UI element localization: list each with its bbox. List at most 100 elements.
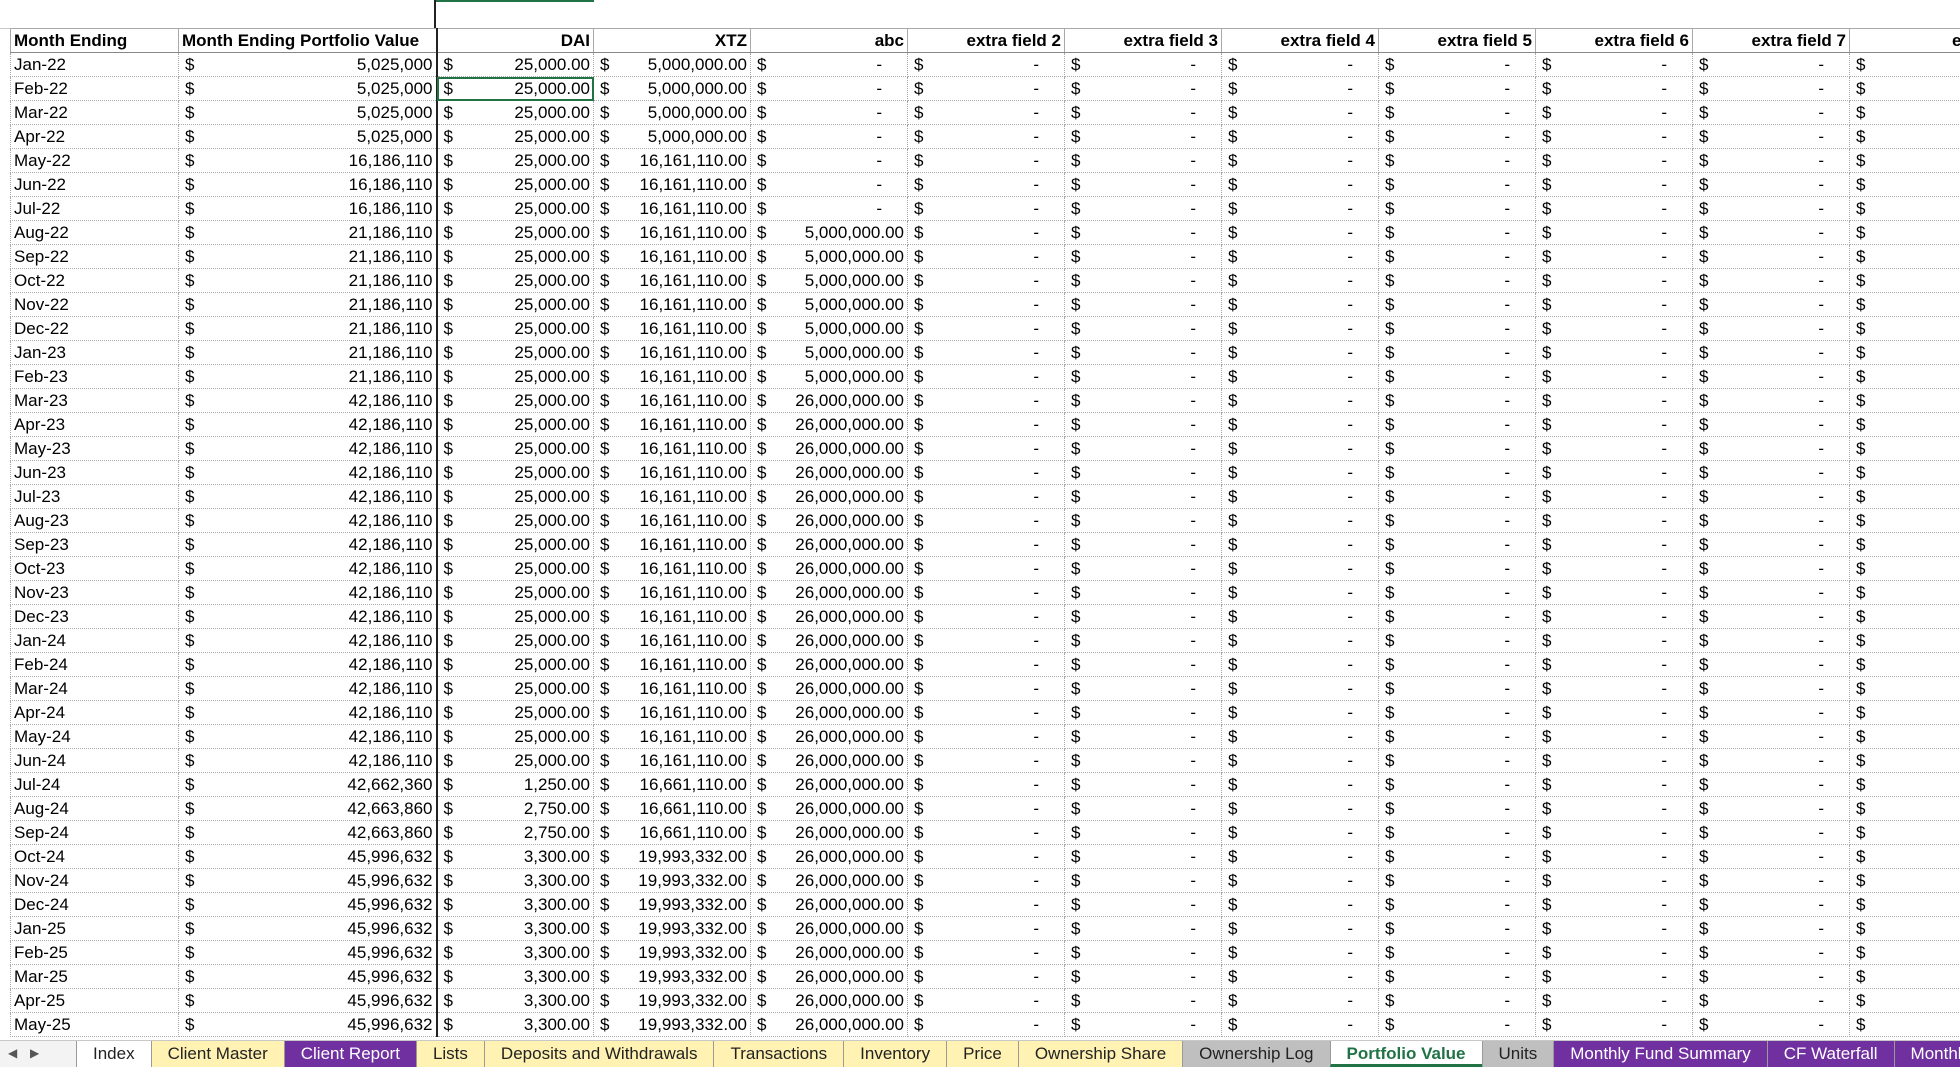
value-cell[interactable]: $- — [908, 509, 1065, 533]
month-cell[interactable]: Mar-24 — [11, 677, 179, 701]
value-cell[interactable]: $- — [1693, 845, 1850, 869]
value-cell[interactable]: $- — [1222, 701, 1379, 725]
value-cell[interactable]: $- — [1065, 893, 1222, 917]
value-cell[interactable]: $ — [1850, 869, 1960, 893]
value-cell[interactable]: $- — [1693, 389, 1850, 413]
value-cell[interactable]: $16,161,110.00 — [594, 749, 751, 773]
value-cell[interactable]: $21,186,110 — [179, 341, 437, 365]
value-cell[interactable]: $- — [1379, 77, 1536, 101]
value-cell[interactable]: $- — [1536, 605, 1693, 629]
value-cell[interactable]: $19,993,332.00 — [594, 989, 751, 1013]
value-cell[interactable]: $26,000,000.00 — [751, 893, 908, 917]
value-cell[interactable]: $- — [1065, 101, 1222, 125]
value-cell[interactable]: $16,161,110.00 — [594, 533, 751, 557]
value-cell[interactable]: $- — [1379, 557, 1536, 581]
value-cell[interactable]: $45,996,632 — [179, 845, 437, 869]
value-cell[interactable]: $26,000,000.00 — [751, 773, 908, 797]
value-cell[interactable]: $- — [1536, 557, 1693, 581]
value-cell[interactable]: $26,000,000.00 — [751, 533, 908, 557]
value-cell[interactable]: $- — [1065, 917, 1222, 941]
value-cell[interactable]: $- — [908, 77, 1065, 101]
value-cell[interactable]: $- — [1536, 701, 1693, 725]
value-cell[interactable]: $- — [1536, 413, 1693, 437]
value-cell[interactable]: $- — [1065, 965, 1222, 989]
value-cell[interactable]: $- — [908, 917, 1065, 941]
value-cell[interactable]: $- — [1536, 941, 1693, 965]
value-cell[interactable]: $25,000.00 — [437, 173, 594, 197]
month-cell[interactable]: Jan-22 — [11, 53, 179, 77]
value-cell[interactable]: $ — [1850, 557, 1960, 581]
value-cell[interactable]: $- — [751, 197, 908, 221]
value-cell[interactable]: $26,000,000.00 — [751, 461, 908, 485]
value-cell[interactable]: $16,161,110.00 — [594, 485, 751, 509]
month-cell[interactable]: Apr-23 — [11, 413, 179, 437]
month-cell[interactable]: May-23 — [11, 437, 179, 461]
value-cell[interactable]: $42,186,110 — [179, 581, 437, 605]
value-cell[interactable]: $- — [1693, 725, 1850, 749]
value-cell[interactable]: $- — [1536, 197, 1693, 221]
value-cell[interactable]: $42,186,110 — [179, 629, 437, 653]
value-cell[interactable]: $16,161,110.00 — [594, 725, 751, 749]
value-cell[interactable]: $- — [1065, 461, 1222, 485]
value-cell[interactable]: $- — [908, 149, 1065, 173]
value-cell[interactable]: $ — [1850, 1013, 1960, 1037]
tab-portfolio-value[interactable]: Portfolio Value — [1330, 1041, 1482, 1067]
value-cell[interactable]: $- — [1536, 725, 1693, 749]
value-cell[interactable]: $- — [1536, 989, 1693, 1013]
value-cell[interactable]: $- — [1379, 293, 1536, 317]
value-cell[interactable]: $- — [1222, 533, 1379, 557]
value-cell[interactable]: $- — [1222, 101, 1379, 125]
value-cell[interactable]: $25,000.00 — [437, 365, 594, 389]
value-cell[interactable]: $- — [1379, 797, 1536, 821]
value-cell[interactable]: $- — [1065, 245, 1222, 269]
value-cell[interactable]: $- — [1065, 293, 1222, 317]
value-cell[interactable]: $16,161,110.00 — [594, 197, 751, 221]
value-cell[interactable]: $- — [1222, 509, 1379, 533]
column-header[interactable]: XTZ — [594, 29, 751, 53]
value-cell[interactable]: $- — [1536, 245, 1693, 269]
value-cell[interactable]: $42,186,110 — [179, 701, 437, 725]
value-cell[interactable]: $25,000.00 — [437, 605, 594, 629]
value-cell[interactable]: $- — [1536, 269, 1693, 293]
spreadsheet-grid[interactable]: Month EndingMonth Ending Portfolio Value… — [0, 0, 1960, 1040]
value-cell[interactable]: $- — [1693, 941, 1850, 965]
value-cell[interactable]: $- — [1065, 845, 1222, 869]
value-cell[interactable]: $- — [1536, 749, 1693, 773]
value-cell[interactable]: $- — [751, 125, 908, 149]
value-cell[interactable]: $26,000,000.00 — [751, 437, 908, 461]
value-cell[interactable]: $ — [1850, 773, 1960, 797]
value-cell[interactable]: $42,663,860 — [179, 797, 437, 821]
value-cell[interactable]: $- — [1065, 989, 1222, 1013]
value-cell[interactable]: $- — [1693, 317, 1850, 341]
value-cell[interactable]: $- — [1693, 341, 1850, 365]
value-cell[interactable]: $- — [1379, 197, 1536, 221]
value-cell[interactable]: $- — [1536, 629, 1693, 653]
value-cell[interactable]: $- — [1065, 341, 1222, 365]
tab-client-report[interactable]: Client Report — [284, 1041, 416, 1067]
value-cell[interactable]: $- — [1065, 149, 1222, 173]
value-cell[interactable]: $- — [1536, 461, 1693, 485]
value-cell[interactable]: $- — [1222, 293, 1379, 317]
value-cell[interactable]: $2,750.00 — [437, 821, 594, 845]
value-cell[interactable]: $25,000.00 — [437, 125, 594, 149]
value-cell[interactable]: $26,000,000.00 — [751, 917, 908, 941]
value-cell[interactable]: $16,161,110.00 — [594, 389, 751, 413]
value-cell[interactable]: $5,000,000.00 — [751, 269, 908, 293]
value-cell[interactable]: $42,663,860 — [179, 821, 437, 845]
value-cell[interactable]: $42,186,110 — [179, 509, 437, 533]
value-cell[interactable]: $26,000,000.00 — [751, 797, 908, 821]
value-cell[interactable]: $- — [1536, 797, 1693, 821]
value-cell[interactable]: $21,186,110 — [179, 365, 437, 389]
value-cell[interactable]: $- — [908, 221, 1065, 245]
value-cell[interactable]: $- — [1379, 485, 1536, 509]
value-cell[interactable]: $- — [1065, 1013, 1222, 1037]
value-cell[interactable]: $5,000,000.00 — [594, 125, 751, 149]
value-cell[interactable]: $- — [1379, 221, 1536, 245]
value-cell[interactable]: $5,025,000 — [179, 125, 437, 149]
value-cell[interactable]: $- — [1693, 821, 1850, 845]
month-cell[interactable]: May-22 — [11, 149, 179, 173]
value-cell[interactable]: $- — [1536, 893, 1693, 917]
value-cell[interactable]: $21,186,110 — [179, 317, 437, 341]
month-cell[interactable]: Jan-23 — [11, 341, 179, 365]
value-cell[interactable]: $16,186,110 — [179, 173, 437, 197]
